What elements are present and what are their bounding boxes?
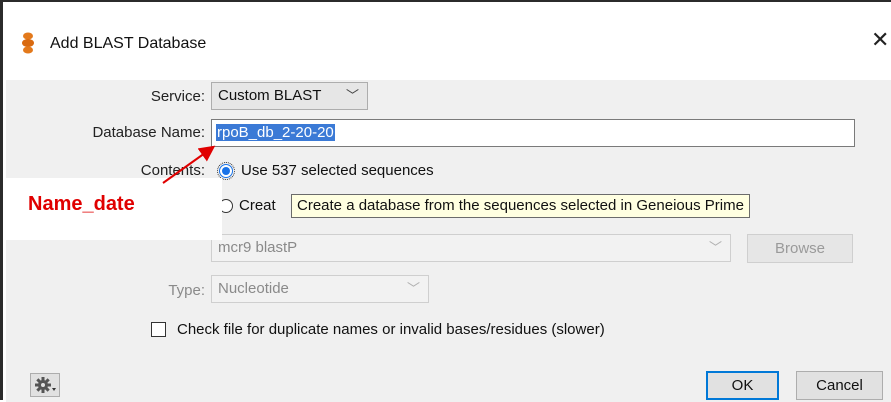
use-selected-label: Use 537 selected sequences	[241, 162, 434, 179]
chevron-down-icon: ﹀	[345, 88, 359, 103]
gear-icon	[35, 377, 56, 393]
check-file-label: Check file for duplicate names or invali…	[177, 321, 605, 338]
database-name-label: Database Name:	[92, 124, 205, 141]
file-value: mcr9 blastP	[218, 239, 298, 256]
chevron-down-icon: ﹀	[708, 240, 722, 255]
check-file-checkbox[interactable]	[151, 322, 166, 337]
create-from-file-label: Creat	[239, 197, 276, 214]
title-bar: Add BLAST Database ✕	[3, 2, 891, 80]
cancel-button[interactable]: Cancel	[796, 371, 883, 400]
browse-button[interactable]: Browse	[747, 234, 853, 263]
ok-button[interactable]: OK	[706, 371, 779, 400]
type-label: Type:	[168, 282, 205, 299]
options-button[interactable]	[30, 373, 60, 397]
use-selected-radio[interactable]	[217, 162, 235, 180]
service-select[interactable]: Custom BLAST ﹀	[211, 82, 368, 110]
tooltip: Create a database from the sequences sel…	[291, 194, 750, 218]
file-select[interactable]: mcr9 blastP ﹀	[211, 234, 731, 262]
close-icon[interactable]: ✕	[871, 29, 889, 51]
window-title: Add BLAST Database	[50, 35, 207, 52]
chevron-down-icon: ﹀	[406, 281, 420, 296]
database-name-input[interactable]: rpoB_db_2-20-20	[211, 119, 855, 147]
type-value: Nucleotide	[218, 280, 289, 297]
annotation-label: Name_date	[28, 193, 135, 215]
service-label: Service:	[150, 88, 205, 105]
geneious-icon	[22, 32, 34, 54]
service-value: Custom BLAST	[218, 87, 322, 104]
contents-label: Contents:	[140, 162, 205, 179]
type-select[interactable]: Nucleotide ﹀	[211, 275, 429, 303]
dialog-window: Add BLAST Database ✕ Service: Custom BLA…	[0, 0, 891, 402]
database-name-value: rpoB_db_2-20-20	[216, 124, 335, 141]
